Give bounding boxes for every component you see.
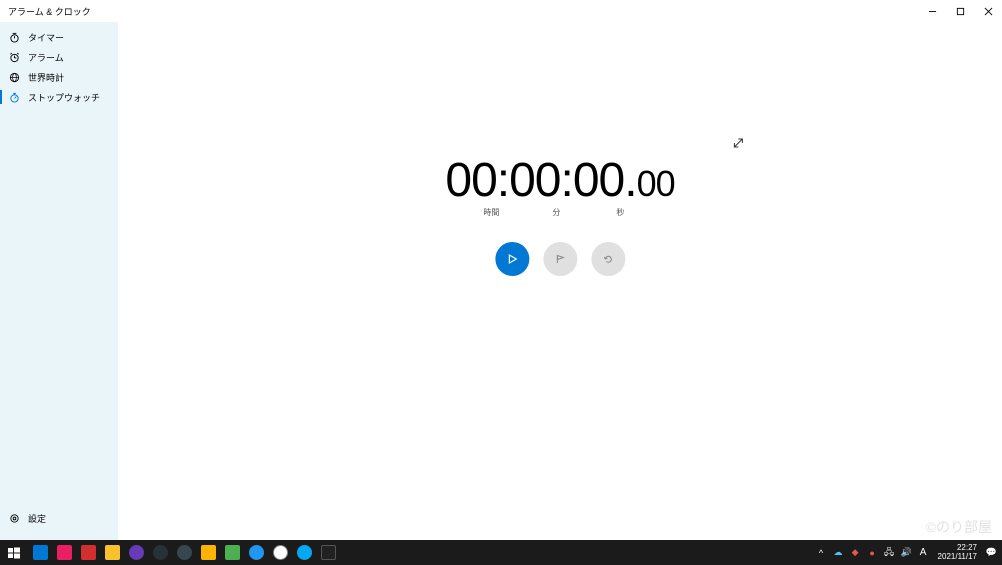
gear-icon <box>8 512 20 524</box>
app-window: アラーム & クロック タイマー アラーム <box>0 0 1002 540</box>
sidebar-item-label: アラーム <box>28 51 64 64</box>
watermark: ©のり部屋 <box>926 517 992 537</box>
reset-button <box>591 242 625 276</box>
alarm-icon <box>8 51 20 63</box>
label-seconds: 秒 <box>589 207 651 218</box>
task-icon-10[interactable] <box>244 540 268 565</box>
time-hundredths: 00 <box>637 163 675 204</box>
taskbar[interactable]: ^ ☁ ◆ ● 🖧 🔊 A 22:27 2021/11/17 💬 <box>0 540 1002 565</box>
tray-network-icon[interactable]: 🖧 <box>883 546 896 559</box>
start-button[interactable] <box>495 242 529 276</box>
taskbar-left <box>0 540 340 565</box>
time-minutes: 00 <box>509 154 560 207</box>
task-icon-13[interactable] <box>316 540 340 565</box>
task-icon-8[interactable] <box>196 540 220 565</box>
task-icon-11[interactable] <box>268 540 292 565</box>
sidebar-item-worldclock[interactable]: 世界時計 <box>0 67 118 87</box>
tray-volume-icon[interactable]: 🔊 <box>900 546 913 559</box>
task-icon-2[interactable] <box>52 540 76 565</box>
sidebar-item-label: ストップウォッチ <box>28 91 100 104</box>
task-icon-7[interactable] <box>172 540 196 565</box>
time-seconds: 00 <box>573 154 624 207</box>
taskbar-right: ^ ☁ ◆ ● 🖧 🔊 A 22:27 2021/11/17 💬 <box>815 540 1002 565</box>
sidebar-item-label: 設定 <box>28 512 46 525</box>
sidebar-item-label: 世界時計 <box>28 71 64 84</box>
lap-button <box>543 242 577 276</box>
sidebar-item-settings[interactable]: 設定 <box>0 508 118 528</box>
stopwatch-display: 00:00:00.00 時間 分 秒 <box>445 157 674 276</box>
app-body: タイマー アラーム 世界時計 ストップウォッチ <box>0 22 1002 540</box>
tray-app-icon-2[interactable]: ● <box>866 546 879 559</box>
tray-app-icon-1[interactable]: ◆ <box>849 546 862 559</box>
task-icon-5[interactable] <box>124 540 148 565</box>
task-icon-12[interactable] <box>292 540 316 565</box>
label-minutes: 分 <box>523 207 589 218</box>
tray-onedrive-icon[interactable]: ☁ <box>832 546 845 559</box>
task-icon-9[interactable] <box>220 540 244 565</box>
task-icon-3[interactable] <box>76 540 100 565</box>
task-icon-6[interactable] <box>148 540 172 565</box>
time-labels: 時間 分 秒 <box>445 207 674 218</box>
timer-icon <box>8 31 20 43</box>
tray-ime-indicator[interactable]: A <box>917 546 930 559</box>
time-readout: 00:00:00.00 <box>445 157 674 205</box>
titlebar: アラーム & クロック <box>0 0 1002 22</box>
tray-date: 2021/11/17 <box>938 553 977 562</box>
task-icon-4[interactable] <box>100 540 124 565</box>
sidebar-item-label: タイマー <box>28 31 64 44</box>
sidebar: タイマー アラーム 世界時計 ストップウォッチ <box>0 22 118 540</box>
time-hours: 00 <box>445 154 496 207</box>
app-title: アラーム & クロック <box>0 5 91 18</box>
label-hours: 時間 <box>459 207 523 218</box>
sidebar-item-alarm[interactable]: アラーム <box>0 47 118 67</box>
main-content: 00:00:00.00 時間 分 秒 <box>118 22 1002 540</box>
sidebar-item-timer[interactable]: タイマー <box>0 27 118 47</box>
stopwatch-controls <box>445 242 674 276</box>
start-button-win[interactable] <box>0 540 28 565</box>
tray-notifications-icon[interactable]: 💬 <box>985 546 998 559</box>
window-controls <box>918 0 1002 22</box>
expand-icon[interactable] <box>733 137 745 152</box>
close-button[interactable] <box>974 0 1002 22</box>
tray-chevron-icon[interactable]: ^ <box>815 546 828 559</box>
maximize-button[interactable] <box>946 0 974 22</box>
minimize-button[interactable] <box>918 0 946 22</box>
stopwatch-icon <box>8 91 20 103</box>
sidebar-item-stopwatch[interactable]: ストップウォッチ <box>0 87 118 107</box>
world-clock-icon <box>8 71 20 83</box>
task-icon-1[interactable] <box>28 540 52 565</box>
tray-clock[interactable]: 22:27 2021/11/17 <box>934 544 981 562</box>
